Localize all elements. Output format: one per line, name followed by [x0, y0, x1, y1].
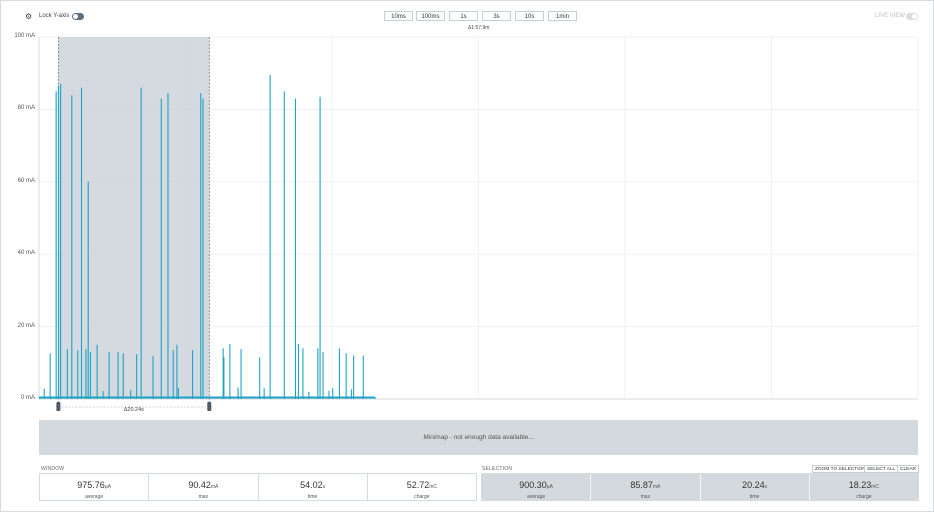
stat-value: 90.42 — [188, 479, 211, 490]
stat-value: 54.02 — [300, 479, 323, 490]
selection-duration-label: Δ20.24s — [124, 407, 144, 413]
selection-average-stat: 900.30µA average — [482, 474, 592, 500]
stat-unit: µA — [104, 483, 111, 490]
stat-caption: max — [198, 493, 209, 500]
stat-unit: s — [764, 483, 768, 490]
current-chart[interactable]: Δ20.24s — [1, 1, 934, 421]
stat-unit: mC — [871, 483, 880, 490]
selection-stats-panel: 900.30µA average 85.87mA max 20.24s time… — [481, 473, 919, 501]
stat-caption: average — [85, 493, 104, 500]
clear-button[interactable]: CLEAR — [897, 465, 919, 473]
window-max-stat: 90.42mA max — [149, 474, 259, 500]
stat-unit: s — [322, 483, 326, 490]
stat-value: 20.24 — [742, 479, 765, 490]
stat-unit: mA — [652, 483, 661, 490]
select-all-button[interactable]: SELECT ALL — [864, 465, 899, 473]
stat-caption: time — [307, 493, 318, 500]
stat-caption: time — [749, 493, 760, 500]
stat-value: 975.76 — [77, 479, 105, 490]
stat-caption: charge — [856, 493, 872, 500]
selection-end-handle[interactable] — [207, 402, 212, 411]
minimap-message: Minimap - not enough data available... — [423, 434, 534, 441]
minimap: Minimap - not enough data available... — [39, 420, 918, 455]
window-average-stat: 975.76µA average — [40, 474, 150, 500]
stat-value: 85.87 — [630, 479, 653, 490]
app-window: ⚙ Lock Y-axis 10ms 100ms 1s 3s 10s 1min … — [0, 0, 934, 512]
selection-start-handle[interactable] — [56, 402, 61, 411]
window-charge-stat: 52.72mC charge — [368, 474, 476, 500]
stat-value: 52.72 — [406, 479, 430, 490]
window-stats-title: WINDOW — [41, 466, 65, 472]
selection-stats-title: SELECTION — [482, 466, 513, 472]
stat-caption: average — [527, 493, 546, 500]
stat-caption: charge — [414, 493, 430, 500]
stat-caption: max — [640, 493, 651, 500]
stat-unit: µA — [546, 483, 553, 490]
stat-unit: mC — [429, 483, 438, 490]
selection-max-stat: 85.87mA max — [591, 474, 701, 500]
selection-time-stat: 20.24s time — [701, 474, 810, 500]
window-stats-panel: 975.76µA average 90.42mA max 54.02s time… — [39, 473, 477, 501]
selection-charge-stat: 18.23mC charge — [810, 474, 918, 500]
stat-value: 900.30 — [519, 479, 547, 490]
zoom-to-selection-button[interactable]: ZOOM TO SELECTION — [812, 465, 869, 473]
stat-unit: mA — [210, 483, 219, 490]
window-time-stat: 54.02s time — [259, 474, 368, 500]
stat-value: 18.23 — [848, 479, 872, 490]
